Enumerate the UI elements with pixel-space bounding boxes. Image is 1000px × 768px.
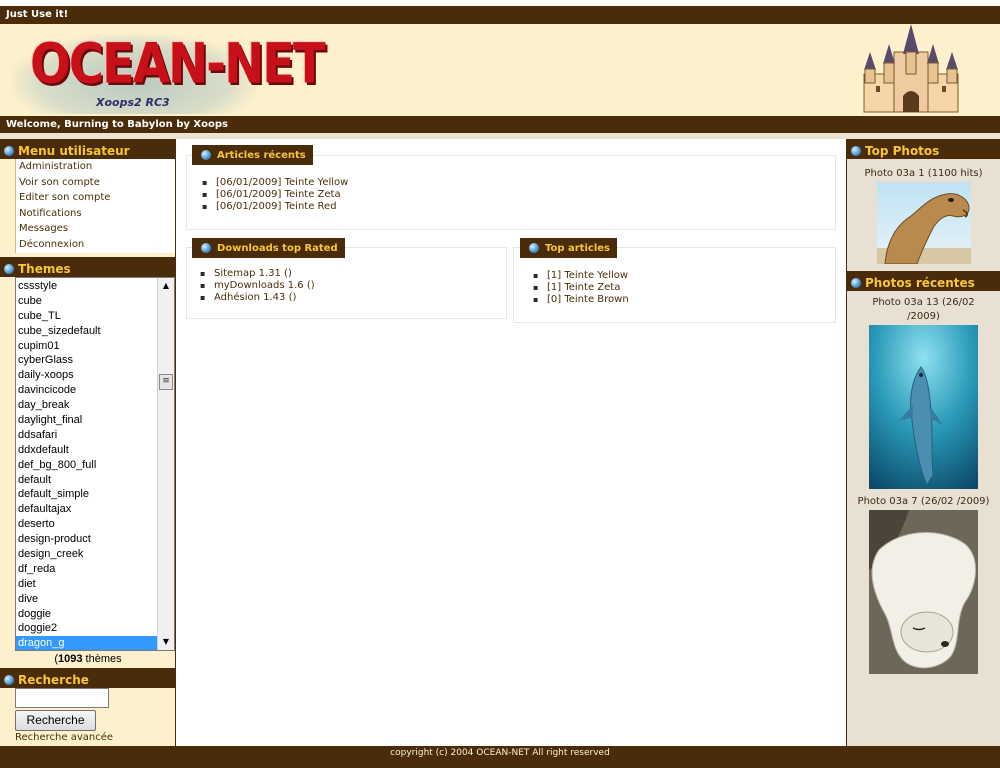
site-header: OCEAN-NET Xoops2 RC3 xyxy=(0,24,1000,116)
logo-subtitle: Xoops2 RC3 xyxy=(96,96,170,109)
theme-option[interactable]: design-product xyxy=(16,532,174,547)
list-item[interactable]: Adhésion 1.43 () xyxy=(200,292,315,304)
theme-option[interactable]: dragon_g xyxy=(16,636,174,650)
block-bullet-icon xyxy=(4,145,14,156)
dolphin-photo-icon[interactable] xyxy=(869,325,978,489)
block-bullet-icon xyxy=(201,150,211,160)
theme-option[interactable]: ddsafari xyxy=(16,428,174,443)
footer: copyright (c) 2004 OCEAN-NET All right r… xyxy=(0,746,1000,768)
theme-option[interactable]: daylight_final xyxy=(16,413,174,428)
list-item[interactable]: [0] Teinte Brown xyxy=(533,294,629,306)
downloads-top-title: Downloads top Rated xyxy=(192,238,345,258)
welcome-bar: Welcome, Burning to Babylon by Xoops xyxy=(0,116,1000,133)
theme-count: (1093 thèmes xyxy=(54,653,122,665)
top-articles-title: Top articles xyxy=(520,238,617,258)
recent-articles-list: [06/01/2009] Teinte Yellow [06/01/2009] … xyxy=(202,177,348,213)
list-item[interactable]: [06/01/2009] Teinte Yellow xyxy=(202,177,348,189)
top-photos-title-text: Top Photos xyxy=(865,143,940,158)
block-bullet-icon xyxy=(851,145,861,156)
theme-count-suffix: thèmes xyxy=(82,653,122,665)
polar-bear-photo-icon[interactable] xyxy=(869,510,978,674)
top-photo-caption[interactable]: Photo 03a 1 (1100 hits) xyxy=(847,167,1000,181)
theme-option[interactable]: design_creek xyxy=(16,547,174,562)
theme-option[interactable]: day_break xyxy=(16,398,174,413)
theme-option[interactable]: cube xyxy=(16,294,174,309)
theme-option[interactable]: doggie xyxy=(16,607,174,622)
top-photos-title: Top Photos xyxy=(847,139,1000,159)
theme-options: cssstyle cube cube_TL cube_sizedefault cupim… xyxy=(16,279,174,650)
search-button[interactable]: Recherche xyxy=(15,710,96,731)
block-bullet-icon xyxy=(4,674,14,685)
menu-item-edit-account[interactable]: Editer son compte xyxy=(16,190,175,206)
themes-title-text: Themes xyxy=(18,261,71,276)
theme-option[interactable]: cupim01 xyxy=(16,339,174,354)
block-bullet-icon xyxy=(201,243,211,253)
top-articles-title-text: Top articles xyxy=(545,242,610,254)
menu-item-administration[interactable]: Administration xyxy=(16,159,175,175)
left-sidebar: Menu utilisateur Administration Voir son… xyxy=(0,139,176,746)
right-sidebar: Top Photos Photo 03a 1 (1100 hits) Photo… xyxy=(846,139,1000,746)
user-menu-title: Menu utilisateur xyxy=(0,139,175,159)
theme-option[interactable]: deserto xyxy=(16,517,174,532)
scroll-thumb[interactable]: ≡ xyxy=(159,374,173,390)
search-title: Recherche xyxy=(0,668,176,688)
downloads-top-title-text: Downloads top Rated xyxy=(217,242,338,254)
theme-option[interactable]: cyberGlass xyxy=(16,353,174,368)
recent-photos-title-text: Photos récentes xyxy=(865,275,975,290)
menu-item-notifications[interactable]: Notifications xyxy=(16,206,175,222)
block-bullet-icon xyxy=(851,277,861,288)
theme-count-number: 1093 xyxy=(58,653,83,665)
list-item[interactable]: myDownloads 1.6 () xyxy=(200,280,315,292)
scroll-up-icon[interactable]: ▲ xyxy=(158,278,174,294)
menu-item-view-account[interactable]: Voir son compte xyxy=(16,175,175,191)
theme-option[interactable]: doggie2 xyxy=(16,621,174,636)
recent-photo-caption-1[interactable]: Photo 03a 13 (26/02 /2009) xyxy=(847,296,1000,324)
advanced-search-link[interactable]: Recherche avancée xyxy=(15,732,113,743)
recent-photo-caption-2[interactable]: Photo 03a 7 (26/02 /2009) xyxy=(847,495,1000,509)
theme-select-list[interactable]: cssstyle cube cube_TL cube_sizedefault cupim… xyxy=(15,277,175,651)
theme-option[interactable]: cssstyle xyxy=(16,279,174,294)
site-logo[interactable]: OCEAN-NET xyxy=(30,32,326,96)
top-banner: Just Use it! xyxy=(0,6,1000,24)
theme-option[interactable]: def_bg_800_full xyxy=(16,458,174,473)
block-bullet-icon xyxy=(529,243,539,253)
theme-option[interactable]: defaultajax xyxy=(16,502,174,517)
theme-option[interactable]: davincicode xyxy=(16,383,174,398)
castle-icon xyxy=(863,24,959,113)
user-menu-title-text: Menu utilisateur xyxy=(18,143,130,158)
list-item[interactable]: [06/01/2009] Teinte Zeta xyxy=(202,189,348,201)
recent-photos-title: Photos récentes xyxy=(847,271,1000,291)
theme-option[interactable]: cube_sizedefault xyxy=(16,324,174,339)
downloads-top-list: Sitemap 1.31 () myDownloads 1.6 () Adhés… xyxy=(200,268,315,304)
theme-option[interactable]: daily-xoops xyxy=(16,368,174,383)
menu-item-logout[interactable]: Déconnexion xyxy=(16,237,175,253)
theme-option[interactable]: diet xyxy=(16,577,174,592)
menu-item-messages[interactable]: Messages xyxy=(16,221,175,237)
themes-title: Themes xyxy=(0,257,176,277)
scroll-down-icon[interactable]: ▼ xyxy=(158,634,174,650)
theme-list-scrollbar[interactable]: ▲ ≡ ▼ xyxy=(157,278,174,650)
user-menu: Administration Voir son compte Editer so… xyxy=(15,159,175,253)
list-item[interactable]: [1] Teinte Zeta xyxy=(533,282,629,294)
list-item[interactable]: Sitemap 1.31 () xyxy=(200,268,315,280)
search-input[interactable] xyxy=(15,688,109,708)
search-block: Recherche xyxy=(0,668,176,688)
camel-photo-icon[interactable] xyxy=(876,182,971,264)
search-title-text: Recherche xyxy=(18,672,89,687)
theme-option[interactable]: df_reda xyxy=(16,562,174,577)
theme-option[interactable]: cube_TL xyxy=(16,309,174,324)
theme-option[interactable]: default_simple xyxy=(16,487,174,502)
block-bullet-icon xyxy=(4,263,14,274)
theme-option[interactable]: default xyxy=(16,473,174,488)
main-content: Articles récents [06/01/2009] Teinte Yel… xyxy=(177,139,846,746)
list-item[interactable]: [06/01/2009] Teinte Red xyxy=(202,201,348,213)
theme-option[interactable]: ddxdefault xyxy=(16,443,174,458)
top-articles-list: [1] Teinte Yellow [1] Teinte Zeta [0] Te… xyxy=(533,270,629,306)
list-item[interactable]: [1] Teinte Yellow xyxy=(533,270,629,282)
recent-articles-title: Articles récents xyxy=(192,145,313,165)
recent-articles-title-text: Articles récents xyxy=(217,149,306,161)
theme-option[interactable]: dive xyxy=(16,592,174,607)
